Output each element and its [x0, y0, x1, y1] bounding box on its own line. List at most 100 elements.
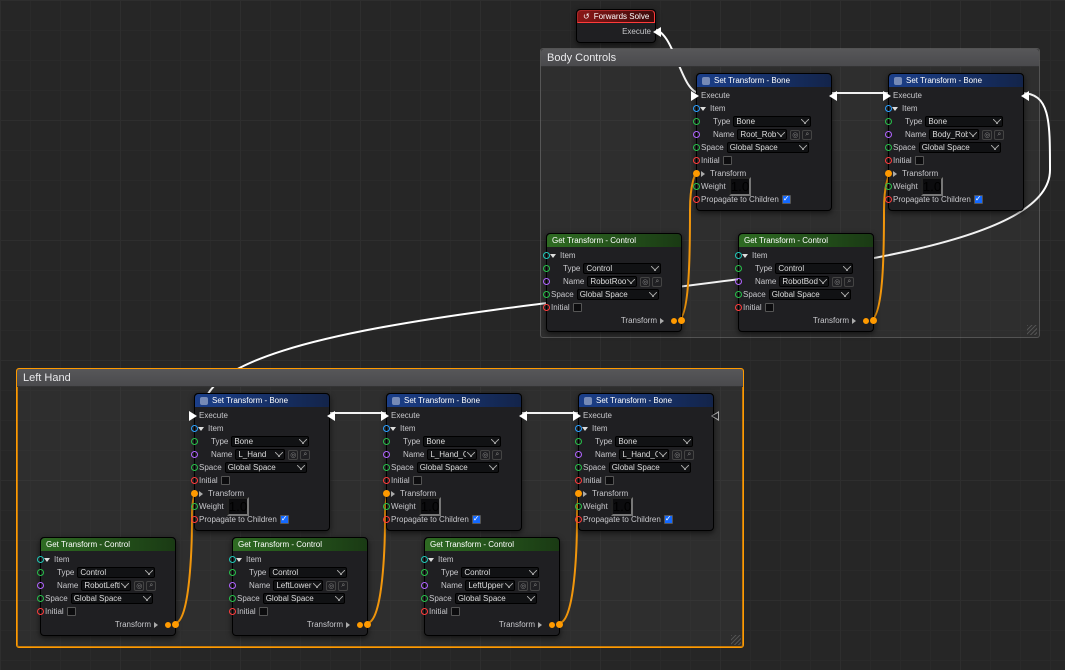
propagate-checkbox[interactable]: [472, 515, 481, 524]
expand-icon[interactable]: [154, 622, 158, 628]
pin[interactable]: [885, 183, 892, 190]
pin[interactable]: [693, 183, 700, 190]
target-icon[interactable]: ◎: [518, 581, 528, 591]
name-dropdown[interactable]: Body_Robot: [929, 129, 979, 140]
pin[interactable]: [735, 252, 742, 259]
pin[interactable]: [543, 291, 550, 298]
pin[interactable]: [543, 304, 550, 311]
pin[interactable]: [229, 582, 236, 589]
expand-icon[interactable]: [44, 558, 50, 562]
search-icon[interactable]: ⌕: [492, 450, 502, 460]
node-forwards-solve[interactable]: ↺ Forwards Solve Execute: [576, 9, 656, 43]
type-dropdown[interactable]: Control: [269, 567, 347, 578]
name-dropdown[interactable]: Root_Robot: [737, 129, 787, 140]
exec-out-pin[interactable]: [711, 411, 719, 421]
node-get-transform-control[interactable]: Get Transform - Control Item TypeControl…: [546, 233, 682, 332]
expand-icon[interactable]: [742, 254, 748, 258]
space-dropdown[interactable]: Global Space: [455, 593, 537, 604]
pin[interactable]: [543, 278, 550, 285]
transform-out-pin[interactable]: [357, 622, 363, 628]
pin[interactable]: [693, 170, 700, 177]
pin[interactable]: [556, 621, 563, 628]
pin[interactable]: [383, 464, 390, 471]
exec-in-pin[interactable]: [381, 411, 389, 421]
target-icon[interactable]: ◎: [790, 130, 800, 140]
exec-out-pin[interactable]: [829, 91, 837, 101]
pin[interactable]: [191, 503, 198, 510]
space-dropdown[interactable]: Global Space: [609, 462, 691, 473]
space-dropdown[interactable]: Global Space: [263, 593, 345, 604]
pin[interactable]: [37, 608, 44, 615]
space-dropdown[interactable]: Global Space: [769, 289, 851, 300]
expand-icon[interactable]: [236, 558, 242, 562]
name-dropdown[interactable]: L_Hand_Claw_Upper: [619, 449, 669, 460]
pin[interactable]: [229, 608, 236, 615]
pin[interactable]: [383, 490, 390, 497]
name-dropdown[interactable]: RobotBody: [779, 276, 829, 287]
initial-checkbox[interactable]: [723, 156, 732, 165]
expand-icon[interactable]: [390, 427, 396, 431]
initial-checkbox[interactable]: [221, 476, 230, 485]
expand-icon[interactable]: [583, 491, 587, 497]
exec-out-pin[interactable]: [653, 27, 661, 37]
space-dropdown[interactable]: Global Space: [71, 593, 153, 604]
target-icon[interactable]: ◎: [288, 450, 298, 460]
pin[interactable]: [37, 595, 44, 602]
pin[interactable]: [735, 291, 742, 298]
pin[interactable]: [172, 621, 179, 628]
resize-handle-icon[interactable]: [1027, 325, 1037, 335]
pin[interactable]: [383, 503, 390, 510]
type-dropdown[interactable]: Bone: [231, 436, 309, 447]
pin[interactable]: [885, 157, 892, 164]
type-dropdown[interactable]: Control: [77, 567, 155, 578]
exec-out-pin[interactable]: [327, 411, 335, 421]
pin[interactable]: [693, 131, 700, 138]
expand-icon[interactable]: [852, 318, 856, 324]
type-dropdown[interactable]: Bone: [925, 116, 1003, 127]
name-dropdown[interactable]: RobotRoot: [587, 276, 637, 287]
expand-icon[interactable]: [550, 254, 556, 258]
space-dropdown[interactable]: Global Space: [225, 462, 307, 473]
node-set-transform-bone[interactable]: Set Transform - Bone Execute Item TypeBo…: [194, 393, 330, 531]
exec-in-pin[interactable]: [189, 411, 197, 421]
transform-out-pin[interactable]: [671, 318, 677, 324]
initial-checkbox[interactable]: [259, 607, 268, 616]
pin[interactable]: [693, 118, 700, 125]
pin[interactable]: [693, 196, 700, 203]
pin[interactable]: [229, 595, 236, 602]
search-icon[interactable]: ⌕: [844, 277, 854, 287]
pin[interactable]: [885, 196, 892, 203]
propagate-checkbox[interactable]: [782, 195, 791, 204]
node-get-transform-control[interactable]: Get Transform - Control Item TypeControl…: [738, 233, 874, 332]
pin[interactable]: [191, 477, 198, 484]
pin[interactable]: [383, 516, 390, 523]
search-icon[interactable]: ⌕: [652, 277, 662, 287]
pin[interactable]: [191, 464, 198, 471]
pin[interactable]: [575, 464, 582, 471]
pin[interactable]: [421, 595, 428, 602]
exec-in-pin[interactable]: [691, 91, 699, 101]
initial-checkbox[interactable]: [573, 303, 582, 312]
target-icon[interactable]: ◎: [134, 581, 144, 591]
pin[interactable]: [575, 477, 582, 484]
pin[interactable]: [421, 608, 428, 615]
pin[interactable]: [191, 451, 198, 458]
pin[interactable]: [421, 582, 428, 589]
exec-in-pin[interactable]: [573, 411, 581, 421]
type-dropdown[interactable]: Bone: [423, 436, 501, 447]
transform-out-pin[interactable]: [863, 318, 869, 324]
pin[interactable]: [885, 170, 892, 177]
search-icon[interactable]: ⌕: [146, 581, 156, 591]
pin[interactable]: [575, 438, 582, 445]
search-icon[interactable]: ⌕: [530, 581, 540, 591]
exec-out-pin[interactable]: [1021, 91, 1029, 101]
space-dropdown[interactable]: Global Space: [727, 142, 809, 153]
initial-checkbox[interactable]: [451, 607, 460, 616]
transform-out-pin[interactable]: [165, 622, 171, 628]
expand-icon[interactable]: [199, 491, 203, 497]
pin[interactable]: [693, 105, 700, 112]
pin[interactable]: [735, 304, 742, 311]
pin[interactable]: [543, 265, 550, 272]
node-set-transform-bone[interactable]: Set Transform - Bone Execute Item TypeBo…: [386, 393, 522, 531]
pin[interactable]: [229, 556, 236, 563]
